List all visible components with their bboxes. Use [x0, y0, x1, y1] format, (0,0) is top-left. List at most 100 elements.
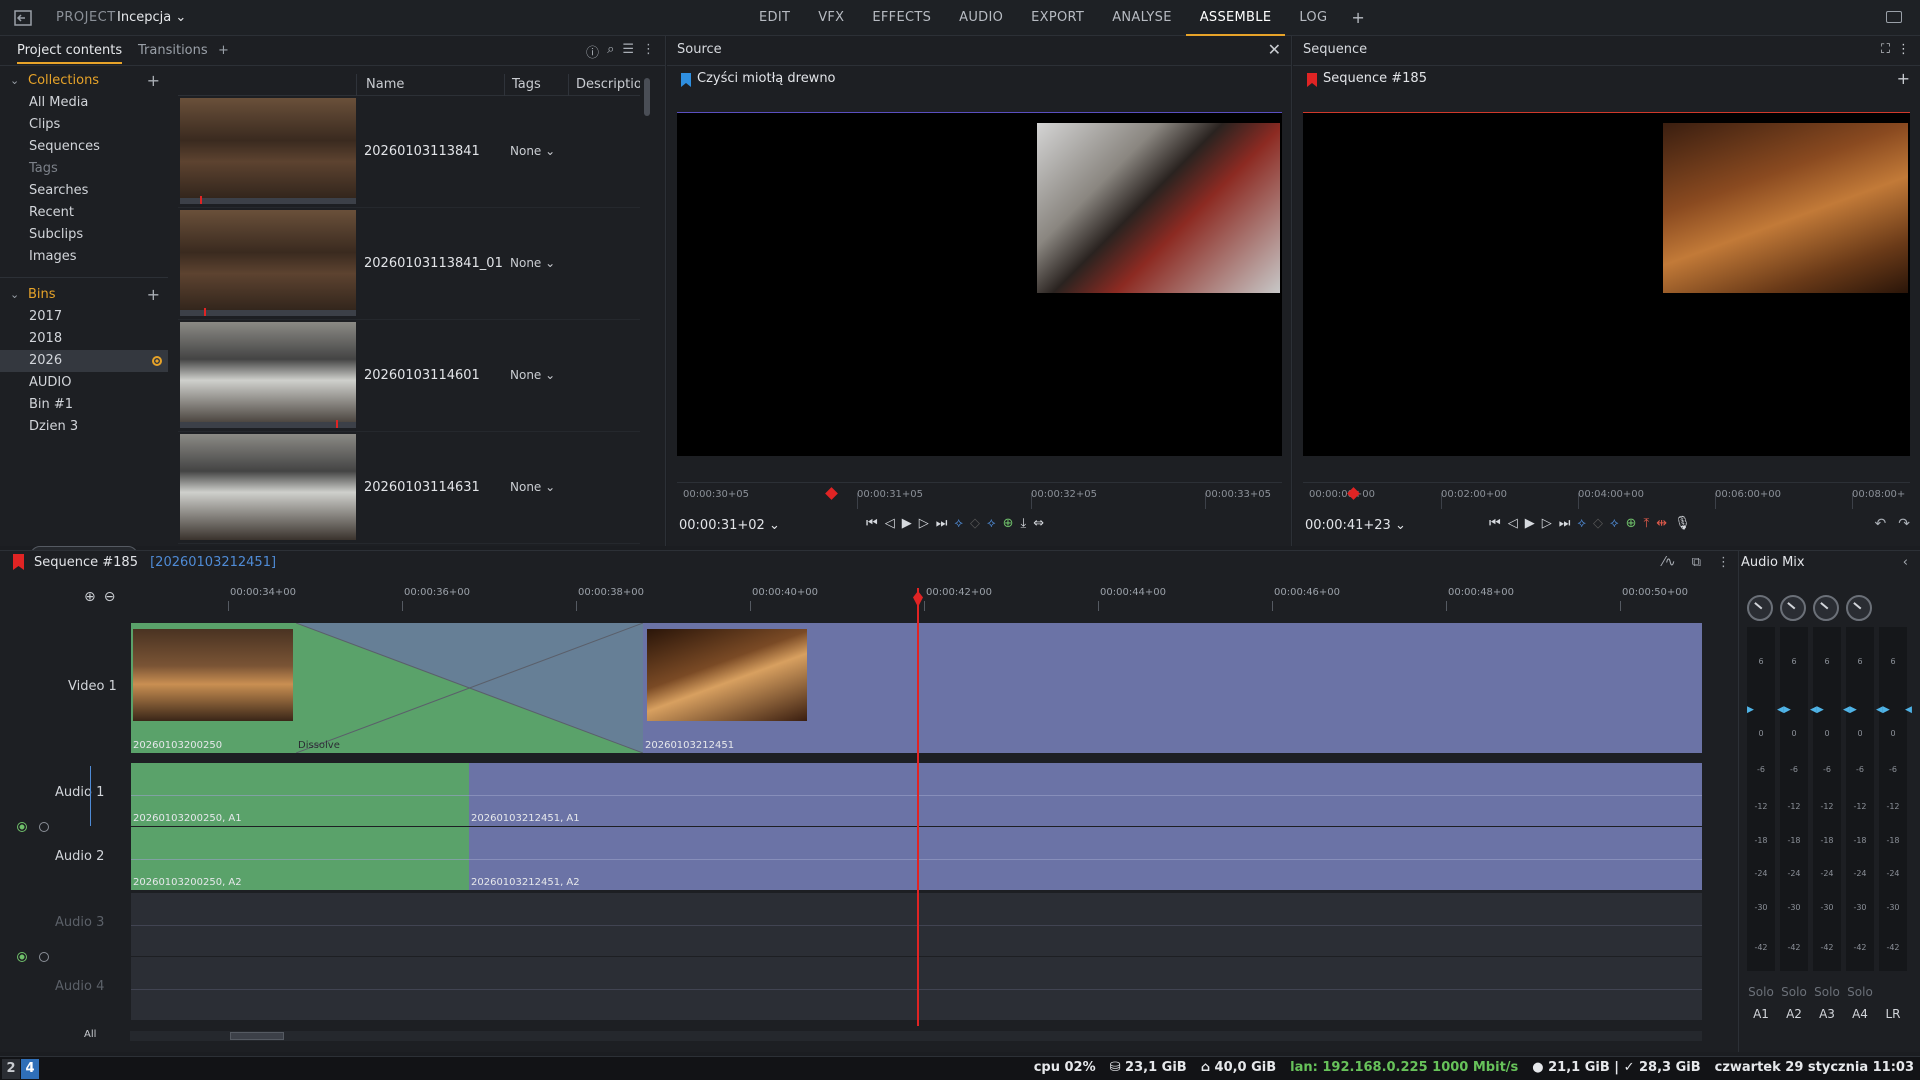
sidebar-item-recent[interactable]: Recent: [0, 202, 168, 224]
project-selector[interactable]: Incepcja ⌄: [117, 10, 186, 25]
pan-knob[interactable]: [1747, 595, 1773, 621]
sidebar-item-images[interactable]: Images: [0, 246, 168, 268]
fader-handle-icon[interactable]: ▶: [1747, 705, 1754, 715]
fader-handle-icon[interactable]: ◀: [1905, 705, 1912, 715]
audio-clip[interactable]: 20260103212451, A2: [469, 827, 1702, 890]
insert-icon[interactable]: ⊕: [1626, 516, 1637, 531]
solo-button[interactable]: Solo: [1846, 985, 1874, 999]
audio-clip[interactable]: 20260103200250, A2: [131, 827, 469, 890]
bin-item[interactable]: 2017: [0, 306, 168, 328]
step-back-icon[interactable]: ◁: [885, 516, 895, 531]
track-solo-toggle[interactable]: [39, 952, 49, 962]
go-to-end-icon[interactable]: ⏭: [1559, 516, 1571, 531]
sidebar-item-tags[interactable]: Tags: [0, 158, 168, 180]
tab-vfx[interactable]: VFX: [804, 0, 858, 36]
track-solo-toggle[interactable]: [39, 822, 49, 832]
solo-button[interactable]: Solo: [1747, 985, 1775, 999]
tab-edit[interactable]: EDIT: [745, 0, 804, 36]
solo-button[interactable]: Solo: [1813, 985, 1841, 999]
bin-item[interactable]: Bin #1: [0, 394, 168, 416]
play-icon[interactable]: ▶: [902, 516, 912, 531]
tag-select[interactable]: None ⌄: [510, 480, 555, 494]
go-to-start-icon[interactable]: ⏮: [1489, 516, 1501, 531]
tab-export[interactable]: EXPORT: [1017, 0, 1098, 36]
list-item[interactable]: 20260103113841 None ⌄: [178, 96, 640, 208]
marker-icon[interactable]: ◇: [970, 516, 980, 531]
go-to-start-icon[interactable]: ⏮: [866, 516, 878, 531]
fullscreen-icon[interactable]: ⛶: [1881, 36, 1890, 64]
sidebar-item-all-media[interactable]: All Media: [0, 92, 168, 114]
tab-analyse[interactable]: ANALYSE: [1098, 0, 1186, 36]
source-playhead[interactable]: [825, 487, 838, 500]
marker-icon[interactable]: ◇: [1593, 516, 1603, 531]
list-item[interactable]: 20260103114631 None ⌄: [178, 432, 640, 544]
pan-knob[interactable]: [1780, 595, 1806, 621]
tag-select[interactable]: None ⌄: [510, 144, 555, 158]
column-tags[interactable]: Tags: [512, 77, 541, 92]
source-video-screen[interactable]: [677, 112, 1282, 456]
sidebar-item-searches[interactable]: Searches: [0, 180, 168, 202]
sidebar-item-clips[interactable]: Clips: [0, 114, 168, 136]
workspace-2[interactable]: 2: [2, 1059, 20, 1079]
bins-header[interactable]: ⌄ Bins +: [0, 284, 168, 306]
sync-lock-icon[interactable]: ⧉: [1692, 551, 1701, 575]
redo-icon[interactable]: ↷: [1898, 516, 1910, 532]
add-tab-button[interactable]: +: [1341, 0, 1374, 36]
more-menu-icon[interactable]: ⋮: [642, 42, 655, 61]
source-ruler[interactable]: 00:00:30+05 00:00:31+05 00:00:32+05 00:0…: [677, 482, 1282, 509]
list-view-icon[interactable]: ☰: [622, 42, 634, 61]
workspace-4[interactable]: 4: [21, 1059, 39, 1079]
zoom-out-icon[interactable]: ⊖: [104, 589, 116, 605]
bin-item-selected[interactable]: 2026: [0, 350, 168, 372]
column-description[interactable]: Descriptio: [576, 77, 640, 92]
tab-audio[interactable]: AUDIO: [945, 0, 1017, 36]
add-panel-tab-button[interactable]: +: [218, 43, 229, 58]
sidebar-item-subclips[interactable]: Subclips: [0, 224, 168, 246]
all-tracks-label[interactable]: All: [84, 1029, 96, 1040]
mark-out-icon[interactable]: ⟡: [987, 516, 996, 531]
sequence-ruler[interactable]: 00:00:00+00 00:02:00+00 00:04:00+00 00:0…: [1303, 482, 1910, 509]
pan-knob[interactable]: [1813, 595, 1839, 621]
more-menu-icon[interactable]: ⋮: [1717, 551, 1730, 575]
mark-in-icon[interactable]: ⟡: [1577, 516, 1586, 531]
tab-transitions[interactable]: Transitions: [138, 43, 208, 58]
step-back-icon[interactable]: ◁: [1508, 516, 1518, 531]
tag-select[interactable]: None ⌄: [510, 368, 555, 382]
track-enable-toggle[interactable]: [17, 822, 27, 832]
dissolve-transition[interactable]: Dissolve: [296, 623, 643, 753]
mark-in-icon[interactable]: ⟡: [954, 516, 963, 531]
mark-out-icon[interactable]: ⟡: [1610, 516, 1619, 531]
go-to-end-icon[interactable]: ⏭: [936, 516, 948, 531]
extract-icon[interactable]: ⇹: [1656, 516, 1667, 531]
overwrite-icon[interactable]: ⤓: [1021, 516, 1027, 531]
search-icon[interactable]: ⌕: [607, 42, 614, 61]
add-collection-button[interactable]: +: [147, 70, 160, 92]
close-icon[interactable]: ✕: [1268, 36, 1281, 64]
source-timecode[interactable]: 00:00:31+02 ⌄: [679, 518, 780, 533]
audio-waveform-icon[interactable]: ⁄∿: [1663, 551, 1676, 575]
video-clip[interactable]: 20260103200250: [131, 623, 296, 753]
timeline-scrollbar[interactable]: [130, 1031, 1702, 1041]
zoom-in-icon[interactable]: ⊕: [84, 589, 96, 605]
tab-project-contents[interactable]: Project contents: [17, 43, 123, 64]
track-enable-toggle[interactable]: [17, 952, 27, 962]
back-icon[interactable]: [12, 8, 34, 28]
bin-item[interactable]: 2018: [0, 328, 168, 350]
fader-handle-icon[interactable]: ◀▶: [1810, 705, 1824, 715]
microphone-icon[interactable]: 🎙: [1674, 516, 1691, 531]
audio-clip[interactable]: 20260103200250, A1: [131, 763, 469, 826]
info-icon[interactable]: ⓘ: [586, 42, 599, 61]
undo-icon[interactable]: ↶: [1875, 516, 1887, 532]
pan-knob[interactable]: [1846, 595, 1872, 621]
sequence-timecode[interactable]: 00:00:41+23 ⌄: [1305, 518, 1406, 533]
collections-header[interactable]: ⌄ Collections +: [0, 70, 168, 92]
solo-button[interactable]: Solo: [1780, 985, 1808, 999]
replace-icon[interactable]: ⇔: [1033, 516, 1044, 531]
chevron-left-icon[interactable]: ‹: [1903, 551, 1908, 575]
fader-handle-icon[interactable]: ◀▶: [1843, 705, 1857, 715]
list-item[interactable]: 20260103113841_01 None ⌄: [178, 208, 640, 320]
fader-handle-icon[interactable]: ◀▶: [1876, 705, 1890, 715]
column-name[interactable]: Name: [366, 77, 404, 92]
play-icon[interactable]: ▶: [1525, 516, 1535, 531]
fader-handle-icon[interactable]: ◀▶: [1777, 705, 1791, 715]
